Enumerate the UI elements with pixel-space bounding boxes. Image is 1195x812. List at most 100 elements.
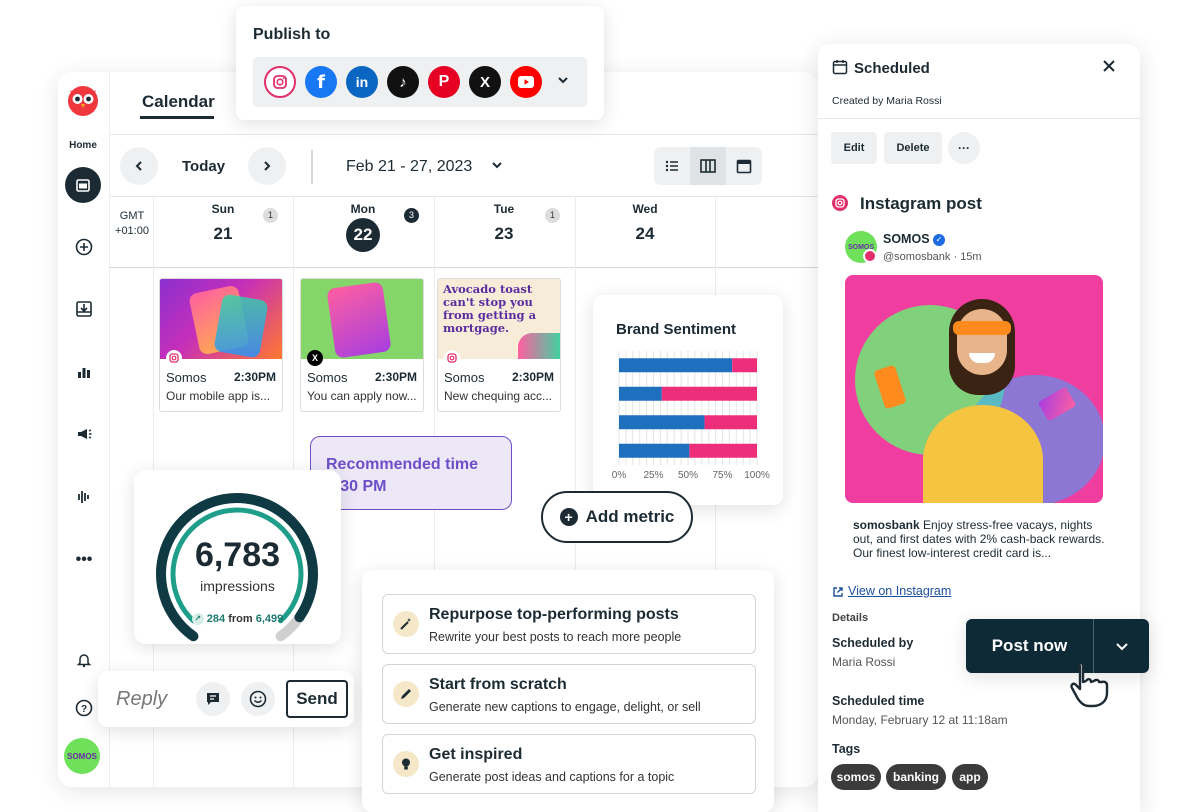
analytics-bar-icon[interactable]	[70, 358, 98, 386]
plus-circle-icon: +	[559, 508, 578, 526]
x-tick-label: 25%	[643, 470, 663, 481]
next-week-button[interactable]	[248, 147, 286, 185]
post-snippet: Our mobile app is...	[166, 389, 271, 403]
sentiment-bar-segment	[619, 415, 705, 430]
ai-option-desc: Generate new captions to engage, delight…	[429, 700, 701, 714]
ai-option-title: Start from scratch	[429, 676, 567, 693]
view-switcher	[654, 147, 762, 185]
pencil-icon	[393, 681, 419, 707]
add-metric-label: Add metric	[585, 507, 675, 526]
account-name-text: SOMOS	[883, 232, 930, 246]
person-sunglasses	[953, 321, 1011, 335]
impressions-card: 6,783 impressions ↗ 284 from 6,499	[134, 470, 341, 644]
instagram-icon	[444, 350, 460, 366]
post-type-title: Instagram post	[860, 194, 982, 213]
ai-option-desc: Rewrite your best posts to reach more pe…	[429, 630, 682, 644]
create-plus-icon[interactable]	[70, 233, 98, 261]
publish-title: Publish to	[253, 26, 331, 43]
day-name: Wed	[632, 202, 658, 216]
sentiment-bar-segment	[732, 358, 757, 373]
post-snippet: You can apply now...	[307, 389, 417, 403]
account-name: SOMOS ✓	[883, 232, 946, 246]
add-metric-button[interactable]: + Add metric	[541, 491, 693, 543]
tag-chip[interactable]: somos	[831, 764, 881, 790]
today-button[interactable]: Today	[182, 158, 225, 175]
date-range-picker[interactable]: Feb 21 - 27, 2023	[346, 158, 503, 176]
instagram-icon[interactable]	[264, 66, 296, 98]
edit-button[interactable]: Edit	[831, 132, 877, 164]
post-image-headline: Avocado toast can't stop you from gettin…	[443, 282, 537, 335]
grid-top-divider	[110, 196, 818, 197]
social-network-picker: f in ♪ P X	[253, 57, 587, 107]
prev-week-button[interactable]	[120, 147, 158, 185]
instagram-icon	[832, 195, 848, 211]
post-brand: Somos	[444, 370, 485, 385]
x-icon: X	[307, 350, 323, 366]
tag-chip[interactable]: banking	[886, 764, 946, 790]
linkedin-icon[interactable]: in	[346, 66, 378, 98]
ai-option-inspired[interactable]: Get inspired Generate post ideas and cap…	[382, 734, 756, 794]
reply-composer: Reply Send	[98, 671, 354, 727]
facebook-icon[interactable]: f	[305, 66, 337, 98]
day-number: 24	[635, 224, 655, 243]
x-icon[interactable]: X	[469, 66, 501, 98]
post-brand: Somos	[166, 370, 207, 385]
day-number-selected: 22	[346, 218, 380, 252]
megaphone-icon[interactable]	[70, 420, 98, 448]
reply-input[interactable]: Reply	[116, 688, 196, 711]
calendar-tab-title[interactable]: Calendar	[142, 92, 215, 112]
view-on-instagram-link[interactable]: View on Instagram	[848, 584, 951, 598]
week-view-icon[interactable]	[690, 147, 726, 185]
x-tick-label: 0%	[612, 470, 627, 481]
change-value: 284	[206, 613, 226, 625]
day-header-wed[interactable]: Wed 24	[575, 202, 715, 244]
tag-chip[interactable]: app	[952, 764, 988, 790]
audio-bars-icon[interactable]	[70, 483, 98, 511]
ai-option-scratch[interactable]: Start from scratch Generate new captions…	[382, 664, 756, 724]
post-count-badge: 1	[545, 208, 560, 223]
saved-replies-icon[interactable]	[196, 682, 230, 716]
help-icon[interactable]: ?	[70, 694, 98, 722]
close-icon[interactable]	[1102, 57, 1116, 78]
card-graphic	[326, 281, 392, 359]
post-time: 2:30PM	[374, 370, 417, 384]
post-brand: Somos	[307, 370, 348, 385]
list-view-icon[interactable]	[654, 147, 690, 185]
sentiment-bar-segment	[619, 358, 733, 373]
tiktok-icon[interactable]: ♪	[387, 66, 419, 98]
ai-option-title: Repurpose top-performing posts	[429, 606, 679, 623]
calendar-post-card[interactable]: X Somos 2:30PM You can apply now...	[300, 278, 424, 412]
grid-header-divider	[110, 267, 818, 268]
post-time: 2:30PM	[233, 370, 276, 384]
account-avatar[interactable]: SOMOS	[64, 738, 100, 774]
svg-text:?: ?	[81, 704, 87, 715]
calendar-post-card[interactable]: Somos 2:30PM Our mobile app is...	[159, 278, 283, 412]
pinterest-icon[interactable]: P	[428, 66, 460, 98]
x-tick-label: 50%	[678, 470, 698, 481]
send-button[interactable]: Send	[286, 680, 348, 718]
chevron-down-icon[interactable]	[557, 73, 569, 91]
card-graphic	[518, 333, 560, 359]
youtube-icon[interactable]	[510, 66, 542, 98]
calendar-icon	[832, 59, 848, 80]
bell-icon[interactable]	[70, 646, 98, 674]
ai-option-repurpose[interactable]: Repurpose top-performing posts Rewrite y…	[382, 594, 756, 654]
panel-divider	[818, 118, 1140, 119]
header-divider	[110, 134, 818, 135]
post-image[interactable]	[845, 275, 1103, 503]
month-view-icon[interactable]	[726, 147, 762, 185]
more-options-button[interactable]: ···	[948, 132, 980, 164]
scheduled-by-value: Maria Rossi	[832, 655, 896, 669]
sentiment-bar-segment	[619, 386, 662, 401]
inbox-download-icon[interactable]	[70, 295, 98, 323]
delete-button[interactable]: Delete	[884, 132, 942, 164]
calendar-post-card[interactable]: Avocado toast can't stop you from gettin…	[437, 278, 561, 412]
tags-label: Tags	[832, 742, 861, 756]
more-dots-icon[interactable]: •••	[70, 546, 98, 574]
owl-logo-icon[interactable]	[65, 82, 101, 118]
post-thumbnail: X	[301, 279, 423, 366]
calendar-nav-icon[interactable]	[65, 167, 101, 203]
emoji-icon[interactable]	[241, 682, 275, 716]
home-label[interactable]: Home	[58, 140, 108, 151]
external-link-icon[interactable]	[832, 585, 844, 603]
